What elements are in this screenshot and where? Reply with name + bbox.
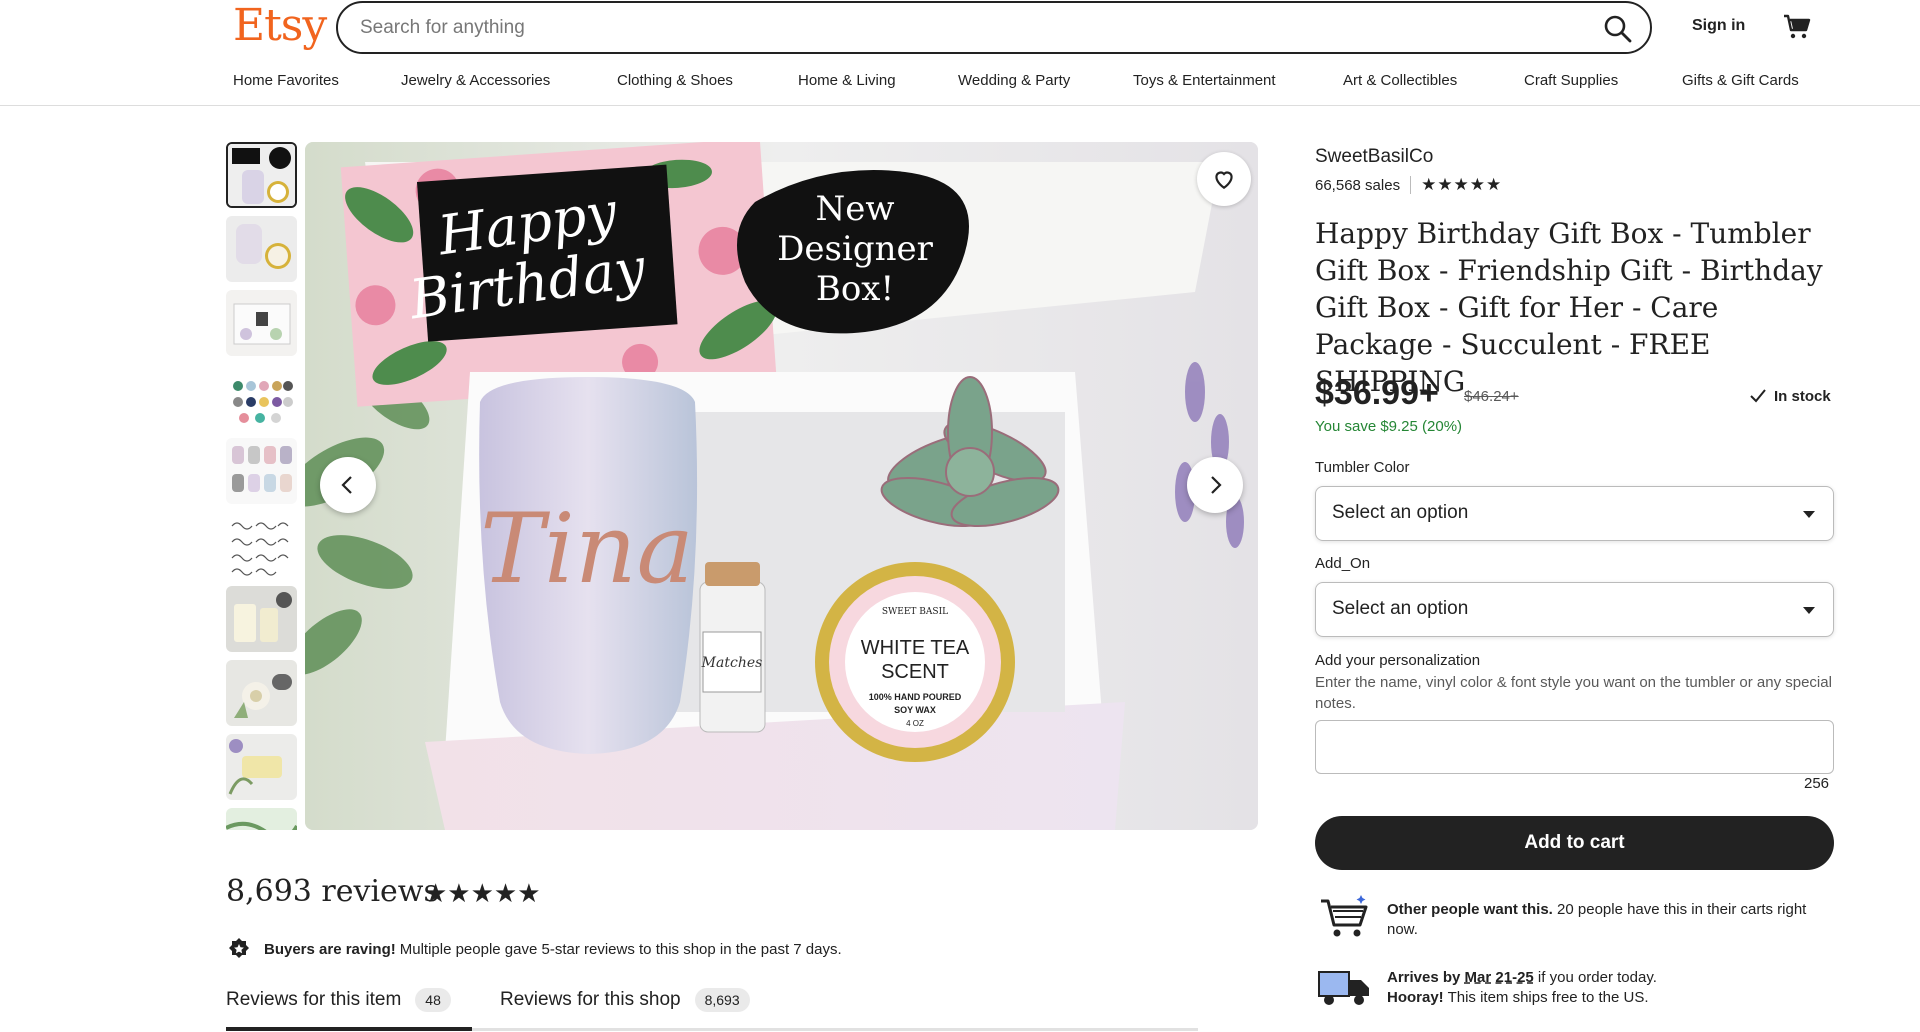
tab-reviews-item[interactable]: Reviews for this item 48 <box>226 988 451 1012</box>
arrives-bold: Arrives by <box>1387 969 1461 986</box>
thumbnail-4[interactable] <box>226 364 297 430</box>
chevron-left-icon <box>341 476 352 494</box>
product-title: Happy Birthday Gift Box - Tumbler Gift B… <box>1315 217 1823 398</box>
badge-text-box: Box! <box>816 269 894 309</box>
sales-count: 66,568 sales <box>1315 176 1401 194</box>
delivery-info: Arrives by Mar 21-25 if you order today.… <box>1387 968 1837 1008</box>
add-on-select[interactable]: Select an option <box>1315 582 1834 637</box>
raving-bold: Buyers are raving! <box>264 940 396 958</box>
original-price: $46.24+ <box>1464 388 1519 405</box>
arrives-text: if you order today. <box>1533 969 1657 986</box>
nav-craft-supplies[interactable]: Craft Supplies <box>1524 72 1618 89</box>
tab-reviews-item-label: Reviews for this item <box>226 989 402 1010</box>
next-image-button[interactable] <box>1187 457 1243 513</box>
add-on-label: Add_On <box>1315 555 1371 572</box>
thumbnail-10[interactable] <box>226 808 297 830</box>
tumbler-color-value: Select an option <box>1332 502 1469 523</box>
main-product-image: Happy Birthday New Designer Box! Tina Ma… <box>305 142 1258 830</box>
search-bar <box>336 1 1652 54</box>
favorite-button[interactable] <box>1197 152 1251 206</box>
site-header: Etsy Sign in Home Favorites Jewelry & Ac… <box>0 0 1920 106</box>
character-count: 256 <box>1804 775 1830 792</box>
candle-line3: 100% HAND POURED <box>869 692 962 702</box>
cart-demand-icon <box>1321 895 1368 937</box>
search-icon[interactable] <box>1602 13 1634 45</box>
thumbnail-8[interactable] <box>226 660 297 726</box>
badge-text-new: New <box>816 189 895 229</box>
active-tab-indicator <box>226 1027 472 1031</box>
nav-home-living[interactable]: Home & Living <box>798 72 896 89</box>
nav-clothing-shoes[interactable]: Clothing & Shoes <box>617 72 733 89</box>
tumbler-color-select[interactable]: Select an option <box>1315 486 1834 541</box>
candle-line2: SCENT <box>881 661 949 683</box>
add-on-value: Select an option <box>1332 598 1469 619</box>
shop-name-link[interactable]: SweetBasilCo <box>1315 146 1433 168</box>
stock-status: In stock <box>1748 386 1831 406</box>
demand-bold: Other people want this. <box>1387 901 1553 918</box>
prev-image-button[interactable] <box>320 457 376 513</box>
nav-home-favorites[interactable]: Home Favorites <box>233 72 339 89</box>
nav-toys-entertainment[interactable]: Toys & Entertainment <box>1133 72 1276 89</box>
add-to-cart-button[interactable]: Add to cart <box>1315 816 1834 870</box>
etsy-logo[interactable]: Etsy <box>233 0 327 51</box>
candle-line5: 4 OZ <box>906 719 924 728</box>
thumbnail-1[interactable] <box>226 142 297 208</box>
shop-stars[interactable]: ★★★★★ <box>1421 175 1502 195</box>
cart-icon[interactable] <box>1781 11 1813 43</box>
caret-down-icon <box>1803 607 1815 614</box>
thumbnail-5[interactable] <box>226 438 297 504</box>
buyers-raving-banner: Buyers are raving! Multiple people gave … <box>226 936 842 962</box>
personalization-hint: Enter the name, vinyl color & font style… <box>1315 674 1832 712</box>
nav-jewelry-accessories[interactable]: Jewelry & Accessories <box>401 72 550 89</box>
nav-wedding-party[interactable]: Wedding & Party <box>958 72 1070 89</box>
candle-line1: WHITE TEA <box>861 637 970 659</box>
raving-text: Multiple people gave 5-star reviews to t… <box>399 940 842 958</box>
sign-in-link[interactable]: Sign in <box>1692 17 1745 35</box>
arrives-date[interactable]: Mar 21-25 <box>1465 969 1534 986</box>
star-badge-icon <box>229 938 249 958</box>
tumbler-name: Tina <box>480 493 694 605</box>
candle-brand: SWEET BASIL <box>882 607 948 617</box>
tumbler-color-label: Tumbler Color <box>1315 459 1410 476</box>
caret-down-icon <box>1803 511 1815 518</box>
candle-line4: SOY WAX <box>894 705 936 715</box>
search-input[interactable] <box>360 15 1540 41</box>
check-icon <box>1750 389 1766 403</box>
thumbnail-strip <box>226 142 298 830</box>
badge-text-designer: Designer <box>777 229 933 269</box>
hooray-text: This item ships free to the US. <box>1443 989 1649 1006</box>
thumbnail-3[interactable] <box>226 290 297 356</box>
tab-reviews-shop-count: 8,693 <box>694 988 750 1012</box>
tab-underline <box>226 1027 1198 1031</box>
stock-label: In stock <box>1774 387 1831 405</box>
tab-reviews-shop-label: Reviews for this shop <box>500 989 681 1010</box>
tab-reviews-shop[interactable]: Reviews for this shop 8,693 <box>500 988 750 1012</box>
tab-reviews-item-count: 48 <box>415 988 451 1012</box>
thumbnail-7[interactable] <box>226 586 297 652</box>
shop-sales-rating: 66,568 sales ★★★★★ <box>1315 175 1502 195</box>
divider <box>1410 176 1412 194</box>
thumbnail-9[interactable] <box>226 734 297 800</box>
thumbnail-6[interactable] <box>226 512 297 578</box>
thumbnail-2[interactable] <box>226 216 297 282</box>
demand-info: Other people want this. 20 people have t… <box>1387 900 1837 940</box>
matches-label: Matches <box>701 655 763 671</box>
hooray-bold: Hooray! <box>1387 989 1444 1006</box>
nav-art-collectibles[interactable]: Art & Collectibles <box>1343 72 1457 89</box>
savings-text: You save $9.25 (20%) <box>1315 418 1463 435</box>
price: $36.99+ <box>1315 374 1439 412</box>
category-nav: Home Favorites Jewelry & Accessories Clo… <box>0 72 1920 96</box>
personalization-label: Add your personalization <box>1315 652 1481 669</box>
reviews-count-title: 8,693 reviews <box>226 874 439 909</box>
personalization-textarea[interactable] <box>1315 720 1834 774</box>
chevron-right-icon <box>1211 476 1222 494</box>
reviews-stars: ★★★★★ <box>424 878 541 908</box>
delivery-truck-icon <box>1318 971 1369 1005</box>
heart-icon <box>1215 171 1233 189</box>
nav-gifts-gift-cards[interactable]: Gifts & Gift Cards <box>1682 72 1799 89</box>
